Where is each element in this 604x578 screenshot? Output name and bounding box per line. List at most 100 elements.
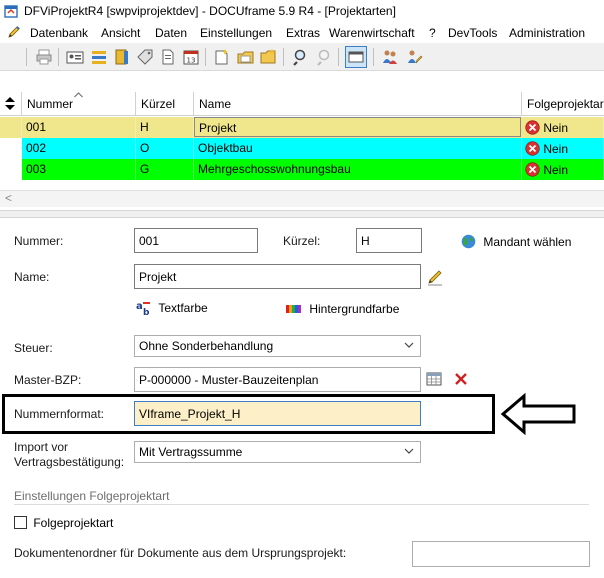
toolbar-separator bbox=[205, 48, 206, 66]
print-icon[interactable] bbox=[35, 48, 53, 66]
mandant-button[interactable]: Mandant wählen bbox=[461, 234, 571, 249]
column-header-kuerzel[interactable]: Kürzel bbox=[136, 92, 194, 116]
search-disabled-icon bbox=[317, 49, 330, 66]
nummer-label: Nummer: bbox=[14, 234, 64, 248]
column-header-label: Nummer bbox=[27, 97, 74, 111]
horizontal-scrollbar[interactable]: < bbox=[0, 190, 604, 207]
import-select[interactable]: Mit Vertragssumme bbox=[134, 441, 421, 463]
pencil-icon[interactable] bbox=[6, 24, 22, 40]
cell-folgeprojektart[interactable]: Nein bbox=[522, 159, 604, 180]
grid-header: Nummer Kürzel Name Folgeprojektar bbox=[0, 92, 604, 116]
steuer-value: Ohne Sonderbehandlung bbox=[139, 339, 274, 353]
data-grid: Nummer Kürzel Name Folgeprojektar 001 H … bbox=[0, 92, 604, 210]
import-label-line1: Import vor bbox=[14, 440, 69, 454]
menu-bar: Datenbank Ansicht Daten Einstellungen Ex… bbox=[0, 23, 604, 43]
textfarbe-button[interactable]: a b Textfarbe bbox=[135, 300, 208, 318]
hintergrundfarbe-button[interactable]: Hintergrundfarbe bbox=[286, 302, 399, 316]
menu-warenwirtschaft[interactable]: Warenwirtschaft bbox=[329, 26, 415, 40]
filter-strip bbox=[0, 72, 604, 92]
table-row[interactable]: 001 H Projekt Nein bbox=[0, 117, 604, 138]
chevron-down-icon bbox=[404, 342, 414, 348]
new-folder-icon[interactable] bbox=[237, 48, 255, 66]
import-label-line2: Vertragsbestätigung: bbox=[14, 455, 125, 469]
menu-devtools[interactable]: DevTools bbox=[448, 26, 497, 40]
document-icon[interactable] bbox=[159, 48, 177, 66]
dokumentenordner-field[interactable] bbox=[412, 541, 590, 567]
table-pick-icon[interactable] bbox=[426, 371, 442, 387]
cell-nummer[interactable]: 002 bbox=[22, 138, 136, 159]
folgeprojektart-checkbox-row[interactable]: Folgeprojektart bbox=[14, 516, 113, 530]
master-bzp-label: Master-BZP: bbox=[14, 373, 82, 387]
user-edit-icon[interactable] bbox=[405, 48, 423, 66]
users-icon[interactable] bbox=[381, 48, 399, 66]
menu-ansicht[interactable]: Ansicht bbox=[101, 26, 140, 40]
chevron-down-icon bbox=[404, 448, 414, 454]
import-value: Mit Vertragssumme bbox=[139, 445, 243, 459]
no-icon bbox=[525, 141, 540, 156]
steuer-select[interactable]: Ohne Sonderbehandlung bbox=[134, 335, 421, 357]
cell-name[interactable]: Projekt bbox=[194, 117, 521, 137]
master-bzp-field[interactable]: P-000000 - Muster-Bauzeitenplan bbox=[134, 367, 421, 392]
toolbar-separator bbox=[58, 48, 59, 66]
toolbar-separator bbox=[338, 48, 339, 66]
cell-name[interactable]: Mehrgeschosswohnungsbau bbox=[194, 159, 522, 180]
sort-asc-icon bbox=[74, 92, 83, 98]
nummernformat-label: Nummernformat: bbox=[14, 407, 105, 421]
calendar-icon[interactable]: 13 bbox=[182, 48, 200, 66]
table-row[interactable]: 003 G Mehrgeschosswohnungsbau Nein bbox=[0, 159, 604, 180]
kuerzel-label: Kürzel: bbox=[283, 234, 321, 248]
nummer-field[interactable]: 001 bbox=[134, 228, 258, 253]
section-title-folgeprojektart: Einstellungen Folgeprojektart bbox=[14, 489, 170, 503]
folgeprojektart-checkbox[interactable] bbox=[14, 516, 27, 529]
name-field[interactable]: Projekt bbox=[134, 264, 421, 289]
menu-help[interactable]: ? bbox=[429, 26, 436, 40]
folge-value: Nein bbox=[543, 121, 569, 135]
menu-extras[interactable]: Extras bbox=[286, 26, 320, 40]
column-header-nummer[interactable]: Nummer bbox=[22, 92, 136, 116]
column-header-folgeprojektart[interactable]: Folgeprojektar bbox=[522, 92, 604, 116]
svg-text:13: 13 bbox=[187, 57, 196, 65]
edit-pencil-icon[interactable] bbox=[426, 268, 444, 286]
contact-card-icon[interactable] bbox=[66, 48, 84, 66]
search-icon[interactable] bbox=[292, 48, 310, 66]
hintergrundfarbe-label: Hintergrundfarbe bbox=[309, 302, 400, 316]
row-selector[interactable] bbox=[0, 117, 22, 138]
new-page-icon[interactable] bbox=[213, 48, 231, 66]
window-title: DFViProjektR4 [swpviprojektdev] - DOCUfr… bbox=[24, 4, 396, 18]
cell-kuerzel[interactable]: H bbox=[136, 117, 194, 138]
view-toggle-icon[interactable] bbox=[345, 46, 367, 68]
no-icon bbox=[525, 162, 540, 177]
palette-icon bbox=[286, 305, 301, 313]
table-row[interactable]: 002 O Objektbau Nein bbox=[0, 138, 604, 159]
arrow-left-icon bbox=[500, 393, 576, 435]
cell-nummer[interactable]: 001 bbox=[22, 117, 136, 138]
scroll-left-button[interactable]: < bbox=[5, 191, 12, 205]
clear-x-icon[interactable] bbox=[453, 371, 469, 387]
cell-folgeprojektart[interactable]: Nein bbox=[522, 138, 604, 159]
no-icon bbox=[525, 120, 540, 135]
cell-nummer[interactable]: 003 bbox=[22, 159, 136, 180]
tag-icon[interactable] bbox=[136, 48, 154, 66]
dokumentenordner-label: Dokumentenordner für Dokumente aus dem U… bbox=[14, 546, 347, 560]
row-selector-header[interactable] bbox=[0, 92, 22, 116]
row-selector[interactable] bbox=[0, 138, 22, 159]
svg-text:a: a bbox=[136, 301, 143, 312]
cell-name[interactable]: Objektbau bbox=[194, 138, 522, 159]
folge-value: Nein bbox=[543, 142, 569, 156]
row-selector[interactable] bbox=[0, 159, 22, 180]
cell-folgeprojektart[interactable]: Nein bbox=[522, 117, 604, 138]
cell-kuerzel[interactable]: O bbox=[136, 138, 194, 159]
kuerzel-field[interactable]: H bbox=[356, 228, 422, 253]
column-header-name[interactable]: Name bbox=[194, 92, 522, 116]
menu-daten[interactable]: Daten bbox=[155, 26, 187, 40]
book-icon[interactable] bbox=[113, 48, 131, 66]
list-icon[interactable] bbox=[90, 48, 108, 66]
splitter[interactable] bbox=[0, 210, 604, 218]
menu-administration[interactable]: Administration bbox=[509, 26, 585, 40]
menu-datenbank[interactable]: Datenbank bbox=[30, 26, 88, 40]
menu-einstellungen[interactable]: Einstellungen bbox=[200, 26, 272, 40]
title-bar: DFViProjektR4 [swpviprojektdev] - DOCUfr… bbox=[0, 0, 604, 23]
nummernformat-field[interactable]: VIframe_Projekt_H bbox=[134, 401, 421, 426]
folder-open-icon[interactable] bbox=[260, 48, 278, 66]
cell-kuerzel[interactable]: G bbox=[136, 159, 194, 180]
